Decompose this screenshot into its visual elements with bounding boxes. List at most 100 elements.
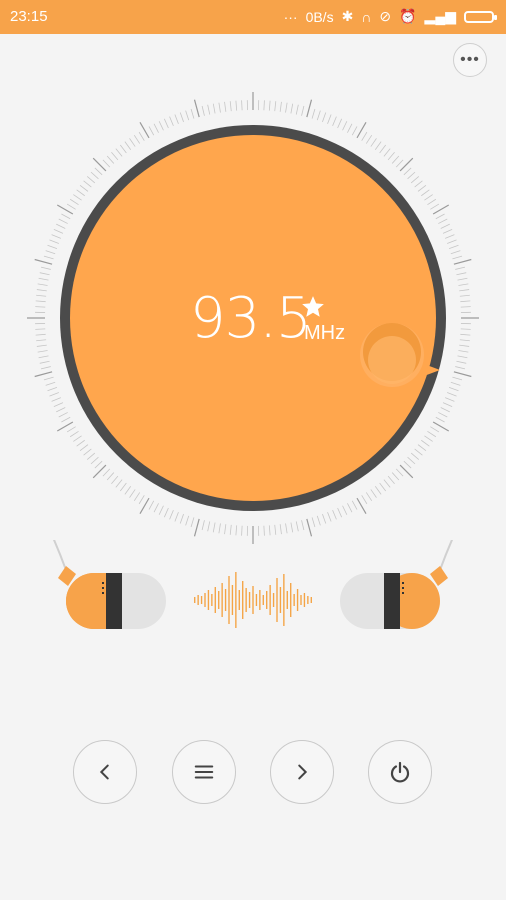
scale-tick [440,223,450,229]
scale-tick [37,350,48,353]
audio-waveform [194,572,312,628]
waveform-bar [204,593,206,607]
scale-tick [106,155,115,164]
menu-icon [194,765,214,779]
scale-tick [76,189,85,197]
scale-tick [379,482,387,492]
scale-tick [86,176,96,184]
scale-tick [457,355,468,359]
scale-tick [383,148,391,157]
scale-tick [235,525,238,536]
scale-tick [365,492,373,502]
scale-tick [79,184,89,192]
scale-tick [442,402,453,408]
waveform-bar [272,593,275,607]
waveform-bar [290,583,292,617]
scale-tick [111,151,119,161]
chevron-left-icon [99,764,109,780]
scale-tick [459,344,470,347]
scale-tick [90,456,99,465]
waveform-bar [252,586,254,614]
scale-tick [290,522,294,533]
scale-tick [119,144,127,154]
scale-tick [56,407,66,413]
scale-tick [417,444,427,452]
scale-tick [111,475,119,485]
station-list-button[interactable] [172,740,236,804]
scale-tick [76,439,85,447]
scale-tick [129,489,136,498]
scale-tick [421,189,430,197]
scale-tick [430,203,440,210]
scale-tick [285,102,288,113]
waveform-bar [262,595,264,605]
scale-tick [342,505,348,515]
scale-tick [460,333,471,336]
scale-tick [212,522,216,533]
scale-tick [79,444,89,452]
scale-tick [51,234,61,239]
scale-tick [455,266,466,270]
scale-tick [115,479,123,488]
scale-tick [290,103,294,114]
scale-tick [450,381,461,386]
waveform-bar [211,594,213,606]
waveform-bar [286,591,288,609]
previous-button[interactable] [73,740,137,804]
waveform-bar [214,587,216,613]
scale-tick [458,350,469,353]
scale-tick [379,144,387,154]
scale-tick [83,448,92,456]
waveform-bar [310,597,312,603]
scale-tick [229,101,232,112]
scale-tick [459,339,470,342]
scale-tick [414,448,423,456]
scale-tick [347,123,353,133]
scale-tick [424,435,433,442]
scale-tick [435,213,445,220]
scale-tick [229,524,232,535]
scale-tick [374,486,382,495]
star-icon[interactable] [300,294,326,320]
scale-tick [36,344,47,347]
scale-tick [115,148,123,157]
scale-tick [158,505,164,515]
scale-tick [61,213,71,220]
scale-tick [124,141,132,150]
waveform-bar [276,578,278,622]
waveform-bar [300,595,302,605]
scale-tick [69,430,79,438]
scale-tick [224,524,227,535]
scale-tick [452,255,463,260]
scale-tick [301,105,305,116]
battery-icon [464,10,497,23]
scale-tick [35,328,46,330]
headphones-icon: ∩ [361,8,372,25]
scale-tick [391,155,400,164]
scale-tick [417,184,427,192]
scale-tick [53,228,64,234]
scale-tick [448,244,459,249]
scale-tick [332,510,337,520]
scale-tick [129,138,136,147]
scale-tick [351,126,358,136]
scale-tick [43,376,54,381]
waveform-bar [248,592,251,608]
scale-tick [39,360,50,364]
power-button[interactable] [368,740,432,804]
scale-tick [218,523,221,534]
right-cable [439,540,454,571]
left-earbud [58,566,166,629]
scale-tick [395,468,404,477]
scale-tick [53,402,64,408]
scale-tick [456,360,467,364]
scale-tick [347,503,353,513]
waveform-bar [259,590,261,610]
scale-tick [86,452,96,460]
scale-tick [241,525,243,536]
scale-tick [190,517,195,528]
network-speed: 0B/s [305,8,334,25]
scale-tick [452,376,463,381]
next-button[interactable] [270,740,334,804]
status-icons: ··· 0B/s ✱ ∩ ⊘ ⏰ ▂▄▆ [284,8,497,25]
